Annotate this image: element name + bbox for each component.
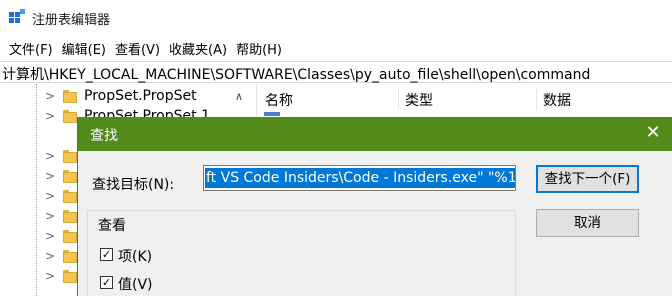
tree-item-label: PropSet.PropSet <box>84 88 197 104</box>
menu-favorites[interactable]: 收藏夹(A) <box>160 38 227 58</box>
checkbox-checked-icon[interactable]: ✓ <box>100 248 113 261</box>
chevron-right-icon[interactable]: > <box>45 269 57 283</box>
column-header-data[interactable]: 数据 <box>543 90 571 110</box>
column-header-type[interactable]: 类型 <box>405 90 433 110</box>
chevron-right-icon[interactable]: > <box>45 229 57 243</box>
checkbox-values-label: 值(V) <box>118 277 153 293</box>
address-bar[interactable]: 计算机\HKEY_LOCAL_MACHINE\SOFTWARE\Classes\… <box>0 61 672 83</box>
menu-edit[interactable]: 编辑(E) <box>53 38 106 58</box>
chevron-right-icon[interactable]: > <box>45 109 57 123</box>
folder-icon <box>63 250 77 263</box>
folder-icon <box>63 90 77 103</box>
chevron-right-icon[interactable]: > <box>45 169 57 183</box>
tree-item[interactable]: > PropSet.PropSet ∧ <box>0 87 256 107</box>
folder-icon <box>63 150 77 163</box>
close-icon[interactable]: ✕ <box>638 121 668 145</box>
menu-view[interactable]: 查看(V) <box>106 38 160 58</box>
scroll-up-icon[interactable]: ∧ <box>235 90 243 103</box>
checkbox-checked-icon[interactable]: ✓ <box>100 276 113 289</box>
dialog-title-bar: 查找 ✕ <box>78 117 672 151</box>
folder-icon <box>63 210 77 223</box>
column-divider[interactable] <box>398 88 399 110</box>
menu-file[interactable]: 文件(F) <box>0 38 53 58</box>
folder-icon <box>63 230 77 243</box>
registry-editor-icon <box>9 9 25 23</box>
menu-bar: 文件(F) 编辑(E) 查看(V) 收藏夹(A) 帮助(H) <box>0 38 282 58</box>
column-divider[interactable] <box>536 88 537 110</box>
chevron-right-icon[interactable]: > <box>45 209 57 223</box>
cancel-button[interactable]: 取消 <box>536 209 639 237</box>
look-at-group-title: 查看 <box>96 215 128 235</box>
chevron-right-icon[interactable]: > <box>45 149 57 163</box>
chevron-right-icon[interactable]: > <box>45 249 57 263</box>
title-bar: 注册表编辑器 <box>0 0 672 34</box>
address-path: 计算机\HKEY_LOCAL_MACHINE\SOFTWARE\Classes\… <box>2 67 591 83</box>
folder-icon <box>63 110 77 123</box>
window-title: 注册表编辑器 <box>32 13 111 28</box>
find-target-value: ft VS Code Insiders\Code - Insiders.exe"… <box>205 168 515 188</box>
chevron-right-icon[interactable]: > <box>45 189 57 203</box>
find-target-label: 查找目标(N): <box>92 177 175 193</box>
find-dialog: 查找 ✕ 查找目标(N): ft VS Code Insiders\Code -… <box>77 117 672 296</box>
dialog-title: 查找 <box>90 128 118 144</box>
folder-icon <box>63 270 77 283</box>
chevron-right-icon[interactable]: > <box>45 89 57 103</box>
folder-icon <box>63 170 77 183</box>
find-next-button[interactable]: 查找下一个(F) <box>536 165 639 193</box>
find-target-input[interactable]: ft VS Code Insiders\Code - Insiders.exe"… <box>203 165 516 191</box>
checkbox-keys-label: 项(K) <box>118 249 153 265</box>
folder-icon <box>63 190 77 203</box>
column-header-name[interactable]: 名称 <box>265 90 293 110</box>
menu-help[interactable]: 帮助(H) <box>227 38 282 58</box>
registry-value-icon <box>264 112 280 116</box>
